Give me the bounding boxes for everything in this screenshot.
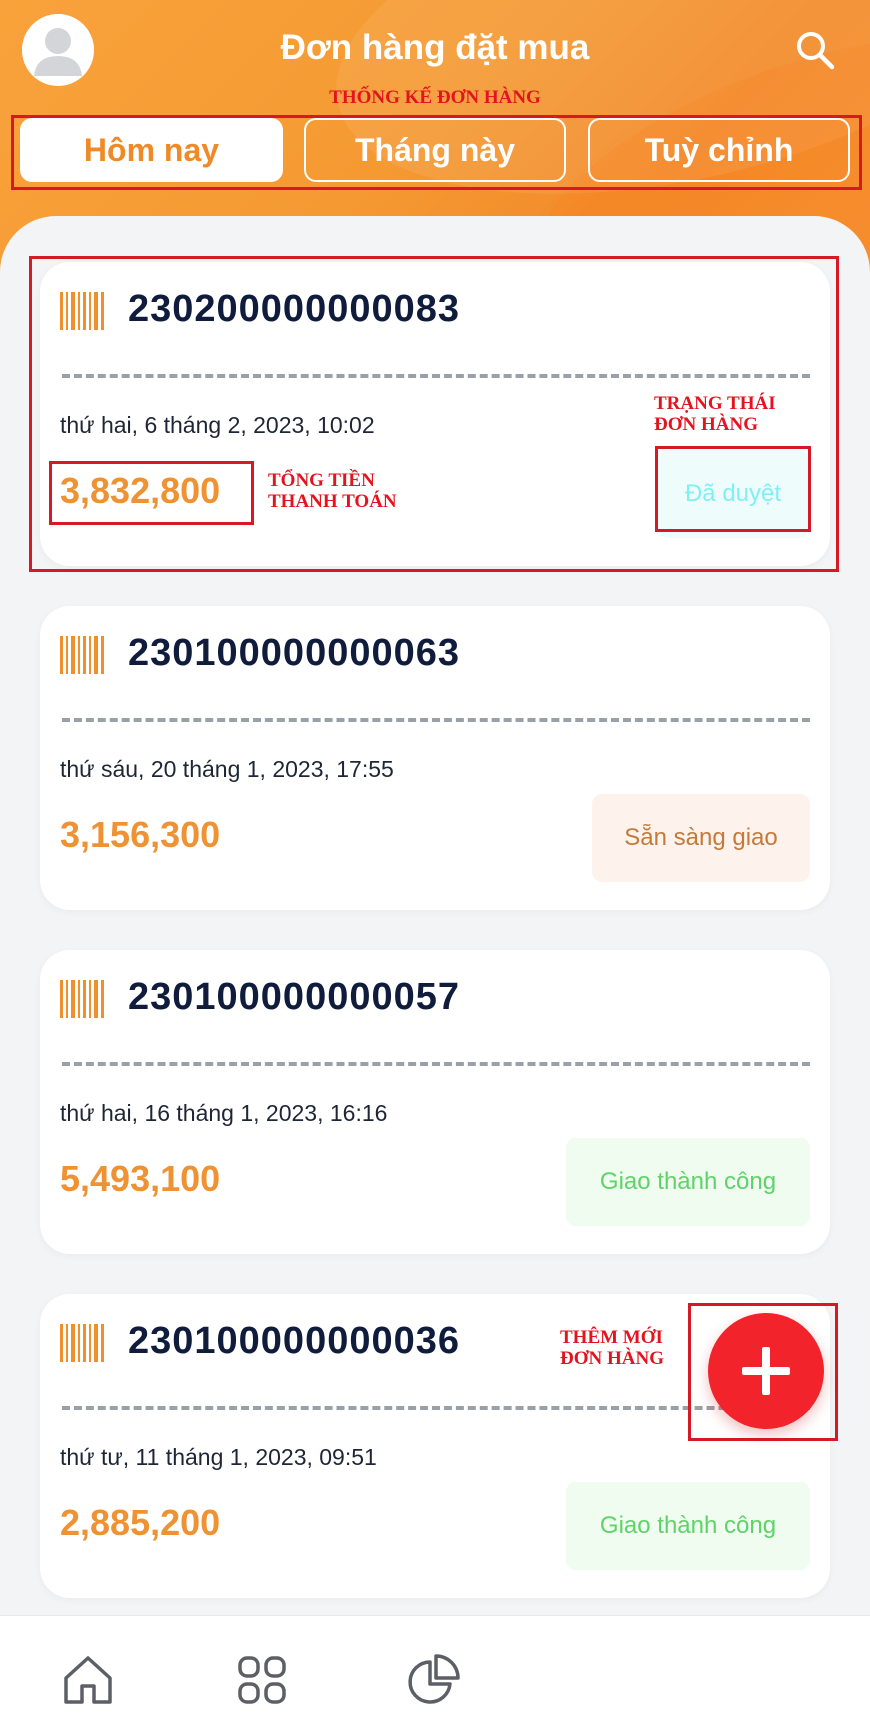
grid-icon[interactable] [234,1652,290,1708]
divider [62,1062,810,1066]
order-date: thứ hai, 16 tháng 1, 2023, 16:16 [60,1100,388,1126]
status-badge: Giao thành công [566,1138,810,1226]
barcode-icon [60,980,106,1018]
order-total: 3,156,300 [60,814,221,855]
tab-this-month[interactable]: Tháng này [304,118,566,182]
order-id: 230100000000036 [128,1320,461,1362]
bottom-navigation [0,1615,870,1735]
divider [62,718,810,722]
page-title: Đơn hàng đặt mua [280,28,590,67]
order-card[interactable]: 230100000000057 thứ hai, 16 tháng 1, 202… [40,950,830,1254]
annotation-total-label: TỔNG TIỀN THANH TOÁN [268,470,397,513]
annotation-total-box [49,461,254,525]
status-badge: Giao thành công [566,1482,810,1570]
order-id: 230100000000063 [128,632,461,674]
annotation-add-line-1: THÊM MỚI [560,1327,663,1348]
order-id: 230100000000057 [128,976,461,1018]
annotation-status-line-2: ĐƠN HÀNG [654,413,758,435]
order-date: thứ tư, 11 tháng 1, 2023, 09:51 [60,1444,377,1470]
annotation-tabs-label: THỐNG KẾ ĐƠN HÀNG [329,87,541,108]
barcode-icon [60,636,106,674]
home-icon[interactable] [60,1652,116,1708]
annotation-status-box [655,446,811,532]
annotation-total-line-2: THANH TOÁN [268,490,397,512]
pie-chart-icon[interactable] [406,1652,462,1708]
annotation-add-label: THÊM MỚI ĐƠN HÀNG [560,1327,664,1370]
tab-custom[interactable]: Tuỳ chỉnh [588,118,850,182]
search-icon[interactable] [793,28,837,72]
order-date: thứ sáu, 20 tháng 1, 2023, 17:55 [60,756,394,782]
annotation-add-line-2: ĐƠN HÀNG [560,1347,664,1369]
order-total: 5,493,100 [60,1158,221,1199]
order-card[interactable]: 230100000000063 thứ sáu, 20 tháng 1, 202… [40,606,830,910]
plus-icon [742,1347,790,1395]
annotation-status-label: TRẠNG THÁI ĐƠN HÀNG [654,393,776,436]
annotation-status-line-1: TRẠNG THÁI [654,393,776,414]
barcode-icon [60,1324,106,1362]
add-order-button[interactable] [708,1313,824,1429]
status-badge: Sẵn sàng giao [592,794,810,882]
tab-today[interactable]: Hôm nay [20,118,283,182]
annotation-total-line-1: TỔNG TIỀN [268,470,375,491]
order-total: 2,885,200 [60,1502,221,1543]
